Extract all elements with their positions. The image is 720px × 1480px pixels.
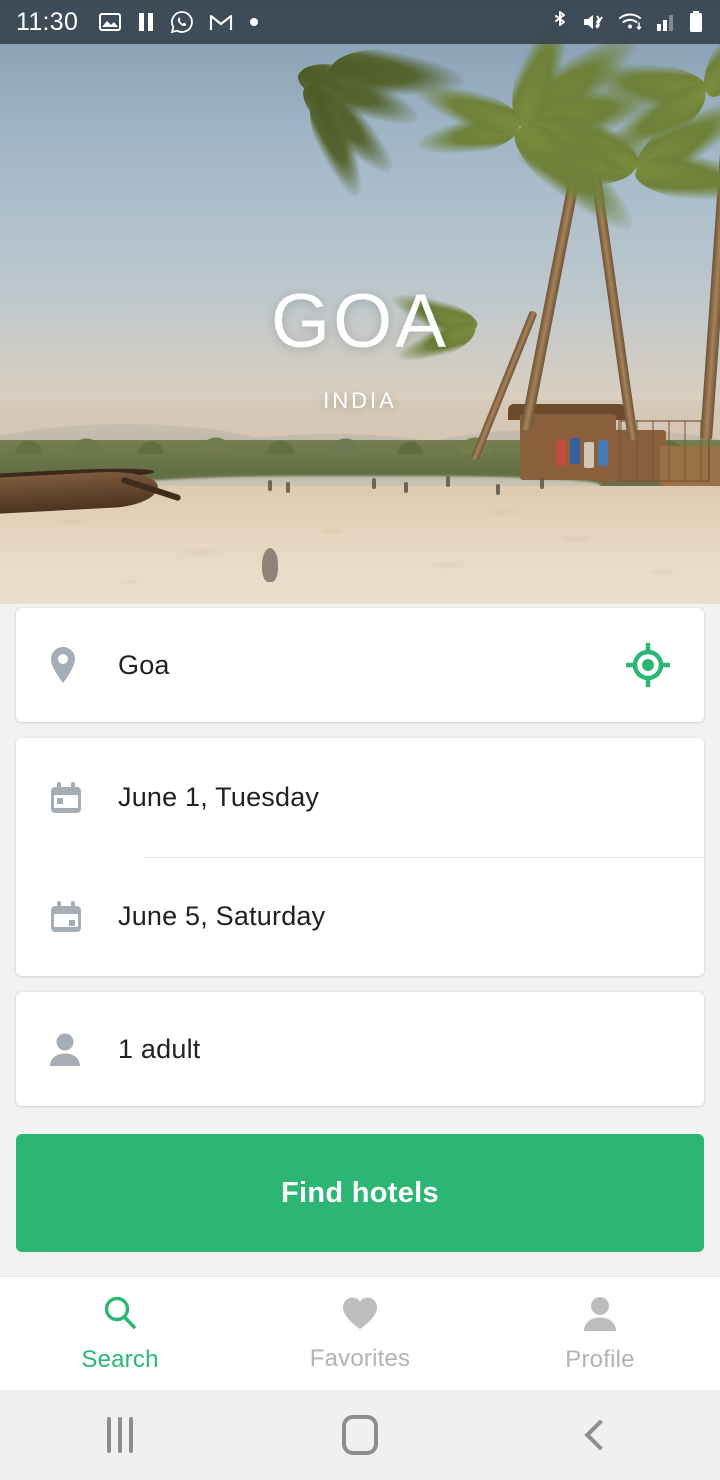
whatsapp-icon bbox=[170, 10, 194, 34]
home-icon[interactable] bbox=[240, 1415, 480, 1455]
page-subtitle: INDIA bbox=[323, 388, 397, 413]
back-icon[interactable] bbox=[480, 1419, 720, 1451]
sand-object bbox=[262, 548, 278, 582]
recents-icon[interactable] bbox=[0, 1417, 240, 1453]
calendar-icon bbox=[46, 778, 118, 818]
pause-icon bbox=[137, 11, 155, 33]
status-bar: 11:30 bbox=[0, 0, 720, 44]
guests-field-card[interactable]: 1 adult bbox=[16, 992, 704, 1106]
wifi-icon bbox=[618, 11, 644, 33]
beach-person bbox=[446, 476, 450, 487]
bluetooth-icon bbox=[550, 9, 570, 35]
status-system-icons bbox=[550, 9, 704, 35]
check-out-row[interactable]: June 5, Saturday bbox=[16, 857, 704, 976]
bottom-navigation: Search Favorites Profile bbox=[0, 1276, 720, 1390]
beach-person bbox=[286, 482, 290, 493]
hanging-cloth bbox=[570, 438, 580, 464]
beach-person bbox=[372, 478, 376, 489]
nav-label-search: Search bbox=[81, 1346, 159, 1373]
hanging-cloth bbox=[598, 440, 608, 466]
android-navigation-bar bbox=[0, 1390, 720, 1480]
gallery-icon bbox=[98, 10, 122, 34]
page-title: GOA bbox=[271, 279, 449, 364]
nav-label-profile: Profile bbox=[565, 1346, 635, 1373]
beach-person bbox=[540, 478, 544, 489]
status-notification-icons bbox=[98, 10, 260, 34]
location-row[interactable]: Goa bbox=[16, 608, 704, 722]
calendar-icon bbox=[46, 897, 118, 937]
battery-icon bbox=[688, 10, 704, 34]
search-icon bbox=[100, 1293, 140, 1338]
dates-divider bbox=[144, 857, 704, 858]
search-form-sheet: Goa June 1, Tuesday June 5, Saturday 1 a… bbox=[0, 604, 720, 1276]
hanging-cloth bbox=[556, 440, 566, 466]
nav-item-favorites[interactable]: Favorites bbox=[240, 1277, 480, 1390]
person-icon bbox=[580, 1293, 620, 1338]
status-time: 11:30 bbox=[16, 7, 79, 36]
beach-person bbox=[404, 482, 408, 493]
beach-person bbox=[268, 480, 272, 491]
person-icon bbox=[46, 1029, 118, 1069]
app-screen: GOA INDIA 11:30 Goa June 1, Tuesday June… bbox=[0, 0, 720, 1480]
dates-field-card[interactable]: June 1, Tuesday June 5, Saturday bbox=[16, 738, 704, 976]
guests-value: 1 adult bbox=[118, 1033, 201, 1064]
hero-image: GOA INDIA bbox=[0, 0, 720, 604]
gmail-icon bbox=[209, 12, 233, 32]
find-hotels-button[interactable]: Find hotels bbox=[16, 1134, 704, 1252]
nav-item-profile[interactable]: Profile bbox=[480, 1277, 720, 1390]
location-field-card[interactable]: Goa bbox=[16, 608, 704, 722]
beach-person bbox=[496, 484, 500, 495]
cellular-signal-icon bbox=[655, 11, 677, 33]
check-in-row[interactable]: June 1, Tuesday bbox=[16, 738, 704, 857]
gps-crosshair-icon[interactable] bbox=[622, 639, 674, 691]
dot-icon bbox=[248, 16, 260, 28]
check-out-value: June 5, Saturday bbox=[118, 901, 326, 931]
heart-icon bbox=[340, 1294, 380, 1337]
nav-label-favorites: Favorites bbox=[309, 1345, 411, 1372]
check-in-value: June 1, Tuesday bbox=[118, 782, 320, 812]
location-value: Goa bbox=[118, 649, 170, 680]
map-pin-icon bbox=[46, 645, 118, 685]
hanging-cloth bbox=[584, 442, 594, 468]
nav-item-search[interactable]: Search bbox=[0, 1277, 240, 1390]
mute-vibrate-icon bbox=[581, 10, 607, 34]
guests-row[interactable]: 1 adult bbox=[16, 992, 704, 1106]
